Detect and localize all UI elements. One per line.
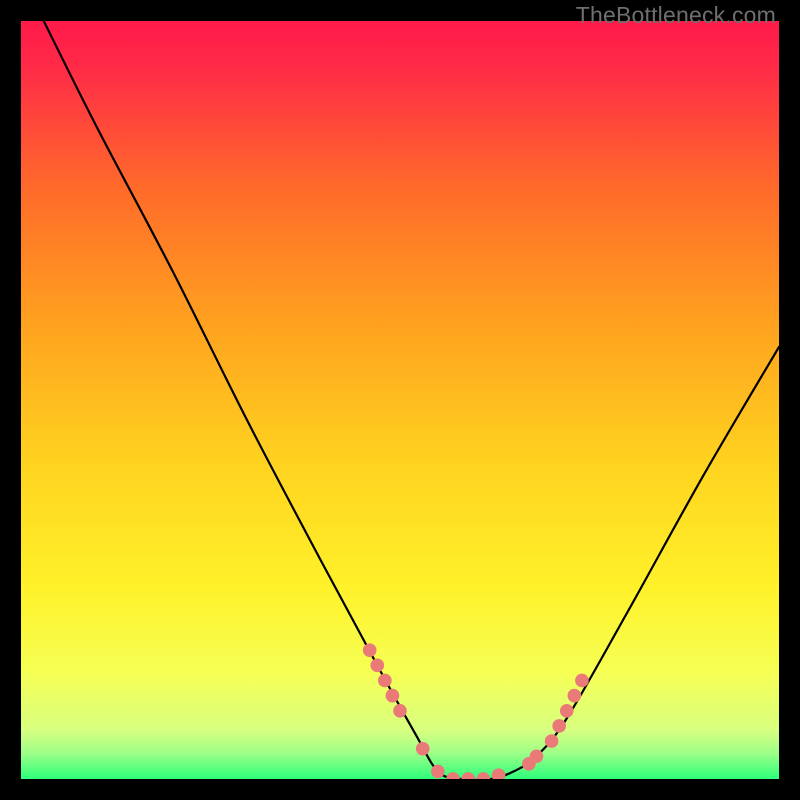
gradient-background bbox=[21, 21, 779, 779]
optimal-dot bbox=[530, 749, 544, 763]
optimal-dot bbox=[545, 734, 559, 748]
bottleneck-chart bbox=[21, 21, 779, 779]
optimal-dot bbox=[378, 674, 392, 688]
optimal-dot bbox=[386, 689, 400, 703]
optimal-dot bbox=[431, 765, 445, 779]
optimal-dot bbox=[393, 704, 407, 718]
optimal-dot bbox=[370, 658, 384, 672]
optimal-dot bbox=[552, 719, 566, 733]
optimal-dot bbox=[416, 742, 430, 756]
optimal-dot bbox=[363, 643, 377, 657]
optimal-dot bbox=[575, 674, 589, 688]
optimal-dot bbox=[560, 704, 574, 718]
chart-frame bbox=[21, 21, 779, 779]
watermark-text: TheBottleneck.com bbox=[576, 2, 776, 29]
optimal-dot bbox=[568, 689, 582, 703]
